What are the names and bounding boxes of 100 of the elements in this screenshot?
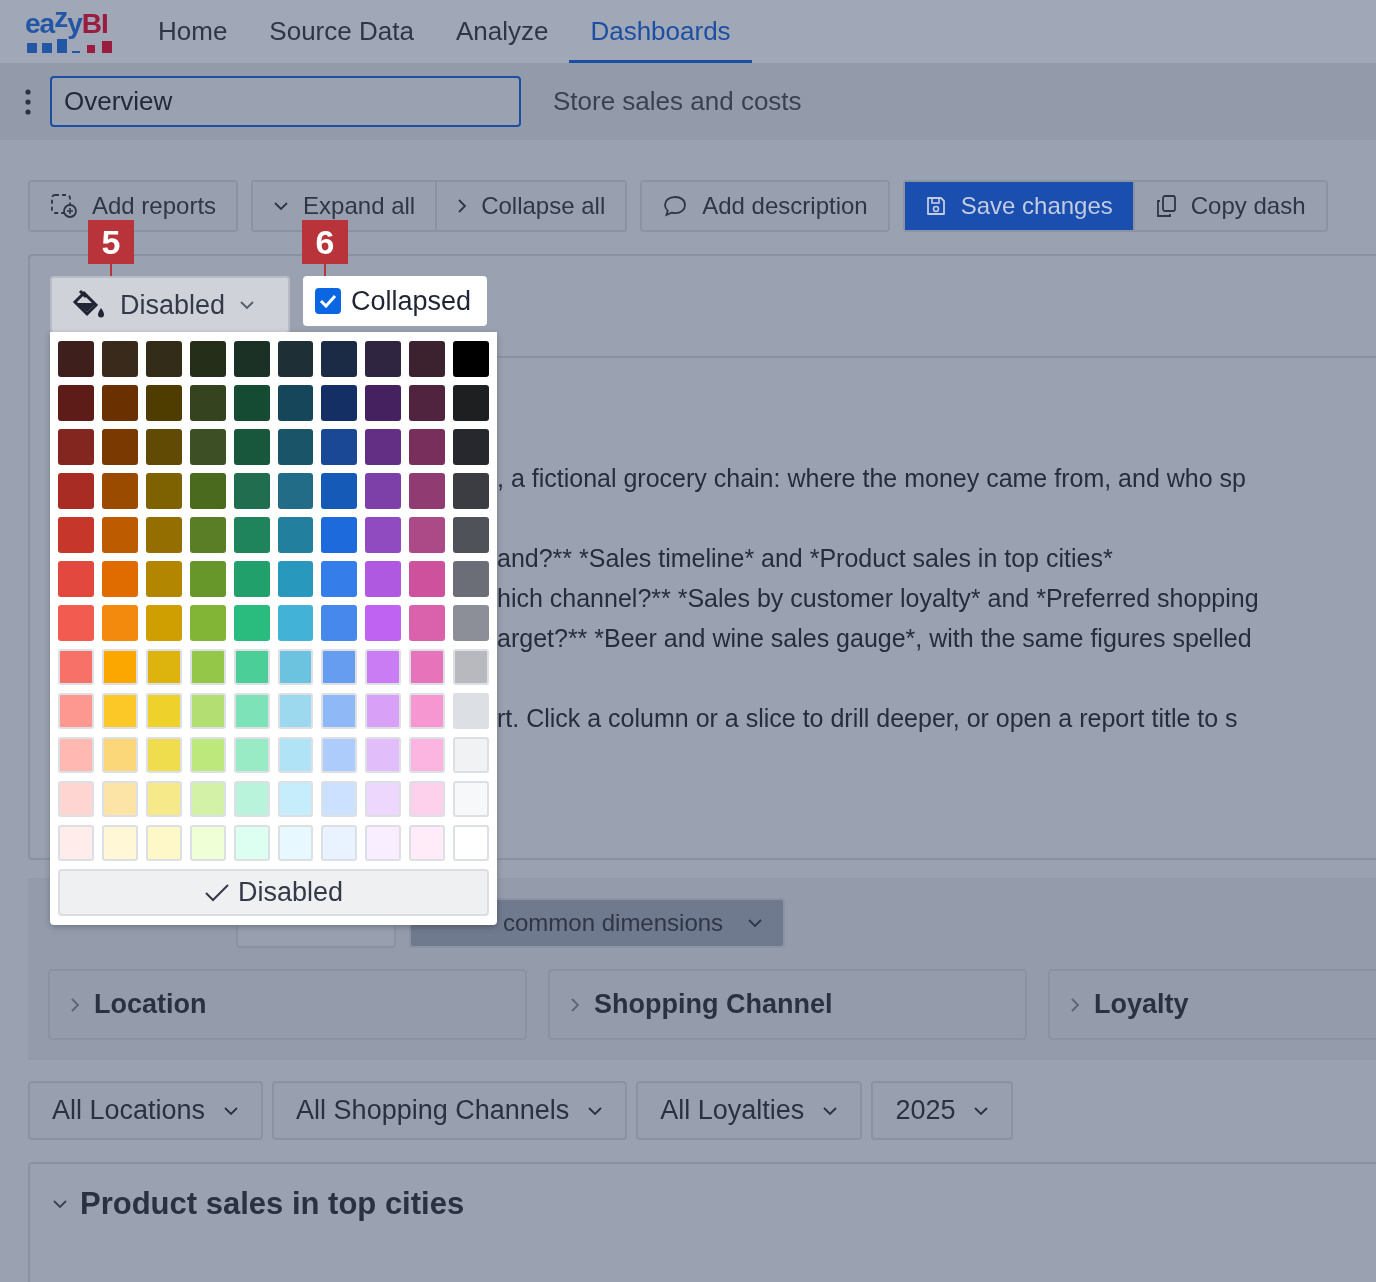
color-swatch[interactable] — [321, 605, 358, 641]
color-swatch[interactable] — [453, 693, 490, 729]
color-swatch[interactable] — [189, 473, 226, 509]
filter-dropdown[interactable]: All Shopping Channels — [272, 1081, 628, 1140]
color-swatch[interactable] — [189, 649, 226, 685]
color-swatch[interactable] — [58, 517, 94, 553]
nav-tab[interactable]: Analyze — [434, 3, 570, 63]
color-swatch[interactable] — [145, 517, 182, 553]
highlight-dropdown[interactable]: Disabled — [50, 276, 290, 334]
color-swatch[interactable] — [277, 693, 314, 729]
toolbar-button[interactable]: Add reports — [30, 182, 237, 230]
color-swatch[interactable] — [189, 605, 226, 641]
color-swatch[interactable] — [277, 781, 314, 817]
color-swatch[interactable] — [365, 825, 402, 861]
color-swatch[interactable] — [101, 473, 138, 509]
color-swatch[interactable] — [101, 429, 138, 465]
color-swatch[interactable] — [101, 605, 138, 641]
color-swatch[interactable] — [58, 649, 94, 685]
checkbox[interactable] — [315, 288, 341, 314]
color-swatch[interactable] — [365, 561, 402, 597]
color-swatch[interactable] — [409, 385, 446, 421]
color-swatch[interactable] — [145, 825, 182, 861]
collapsed-checkbox[interactable]: Collapsed — [303, 276, 488, 326]
color-swatch[interactable] — [321, 781, 358, 817]
color-swatch[interactable] — [58, 429, 94, 465]
dimension-filter[interactable]: Shopping Channel — [548, 969, 1027, 1040]
color-swatch[interactable] — [277, 825, 314, 861]
color-swatch[interactable] — [189, 693, 226, 729]
color-swatch[interactable] — [365, 429, 402, 465]
color-swatch[interactable] — [409, 693, 446, 729]
color-swatch[interactable] — [58, 781, 94, 817]
color-swatch[interactable] — [145, 781, 182, 817]
color-swatch[interactable] — [365, 341, 402, 377]
color-swatch[interactable] — [101, 781, 138, 817]
color-swatch[interactable] — [321, 473, 358, 509]
color-swatch[interactable] — [453, 737, 490, 773]
color-swatch[interactable] — [321, 693, 358, 729]
color-swatch[interactable] — [189, 737, 226, 773]
color-swatch[interactable] — [277, 605, 314, 641]
color-swatch[interactable] — [321, 737, 358, 773]
color-swatch[interactable] — [233, 825, 270, 861]
toolbar-button[interactable]: Copy dash — [1132, 182, 1326, 230]
toolbar-button[interactable]: Add description — [642, 182, 888, 230]
color-swatch[interactable] — [453, 605, 490, 641]
color-swatch[interactable] — [453, 781, 490, 817]
color-swatch[interactable] — [365, 517, 402, 553]
nav-tab[interactable]: Home — [137, 3, 249, 63]
color-swatch[interactable] — [277, 429, 314, 465]
color-swatch[interactable] — [233, 693, 270, 729]
color-swatch[interactable] — [409, 605, 446, 641]
color-swatch[interactable] — [101, 693, 138, 729]
color-swatch[interactable] — [409, 781, 446, 817]
color-swatch[interactable] — [145, 473, 182, 509]
color-swatch[interactable] — [101, 649, 138, 685]
color-swatch[interactable] — [58, 561, 94, 597]
color-swatch[interactable] — [453, 517, 490, 553]
color-swatch[interactable] — [58, 473, 94, 509]
color-swatch[interactable] — [101, 561, 138, 597]
color-swatch[interactable] — [189, 561, 226, 597]
color-swatch[interactable] — [145, 429, 182, 465]
color-swatch[interactable] — [365, 605, 402, 641]
color-swatch[interactable] — [321, 385, 358, 421]
color-swatch[interactable] — [277, 341, 314, 377]
color-swatch[interactable] — [58, 341, 94, 377]
report-title[interactable]: Product sales in top cities — [52, 1186, 1376, 1222]
color-swatch[interactable] — [233, 473, 270, 509]
color-swatch[interactable] — [277, 473, 314, 509]
color-swatch[interactable] — [409, 473, 446, 509]
filter-dropdown[interactable]: All Locations — [28, 1081, 264, 1140]
color-swatch[interactable] — [145, 561, 182, 597]
color-swatch[interactable] — [453, 561, 490, 597]
color-swatch[interactable] — [101, 825, 138, 861]
color-swatch[interactable] — [189, 341, 226, 377]
color-swatch[interactable] — [101, 385, 138, 421]
color-swatch[interactable] — [189, 429, 226, 465]
color-swatch[interactable] — [277, 737, 314, 773]
save-button[interactable]: Save changes — [904, 182, 1133, 230]
color-swatch[interactable] — [321, 649, 358, 685]
color-swatch[interactable] — [101, 737, 138, 773]
color-swatch[interactable] — [409, 737, 446, 773]
color-swatch[interactable] — [233, 781, 270, 817]
color-swatch[interactable] — [409, 341, 446, 377]
color-swatch[interactable] — [145, 385, 182, 421]
color-swatch[interactable] — [233, 341, 270, 377]
color-swatch[interactable] — [453, 473, 490, 509]
color-swatch[interactable] — [365, 693, 402, 729]
color-swatch[interactable] — [233, 605, 270, 641]
color-swatch[interactable] — [409, 517, 446, 553]
dimension-filter[interactable]: Location — [48, 969, 527, 1040]
color-swatch[interactable] — [453, 649, 490, 685]
filter-dropdown[interactable]: All Loyalties — [636, 1081, 863, 1140]
color-swatch[interactable] — [58, 605, 94, 641]
color-swatch[interactable] — [233, 429, 270, 465]
color-swatch[interactable] — [145, 341, 182, 377]
color-swatch[interactable] — [277, 649, 314, 685]
color-swatch[interactable] — [409, 649, 446, 685]
color-swatch[interactable] — [233, 649, 270, 685]
color-swatch[interactable] — [145, 605, 182, 641]
color-swatch[interactable] — [453, 385, 490, 421]
color-swatch[interactable] — [233, 737, 270, 773]
